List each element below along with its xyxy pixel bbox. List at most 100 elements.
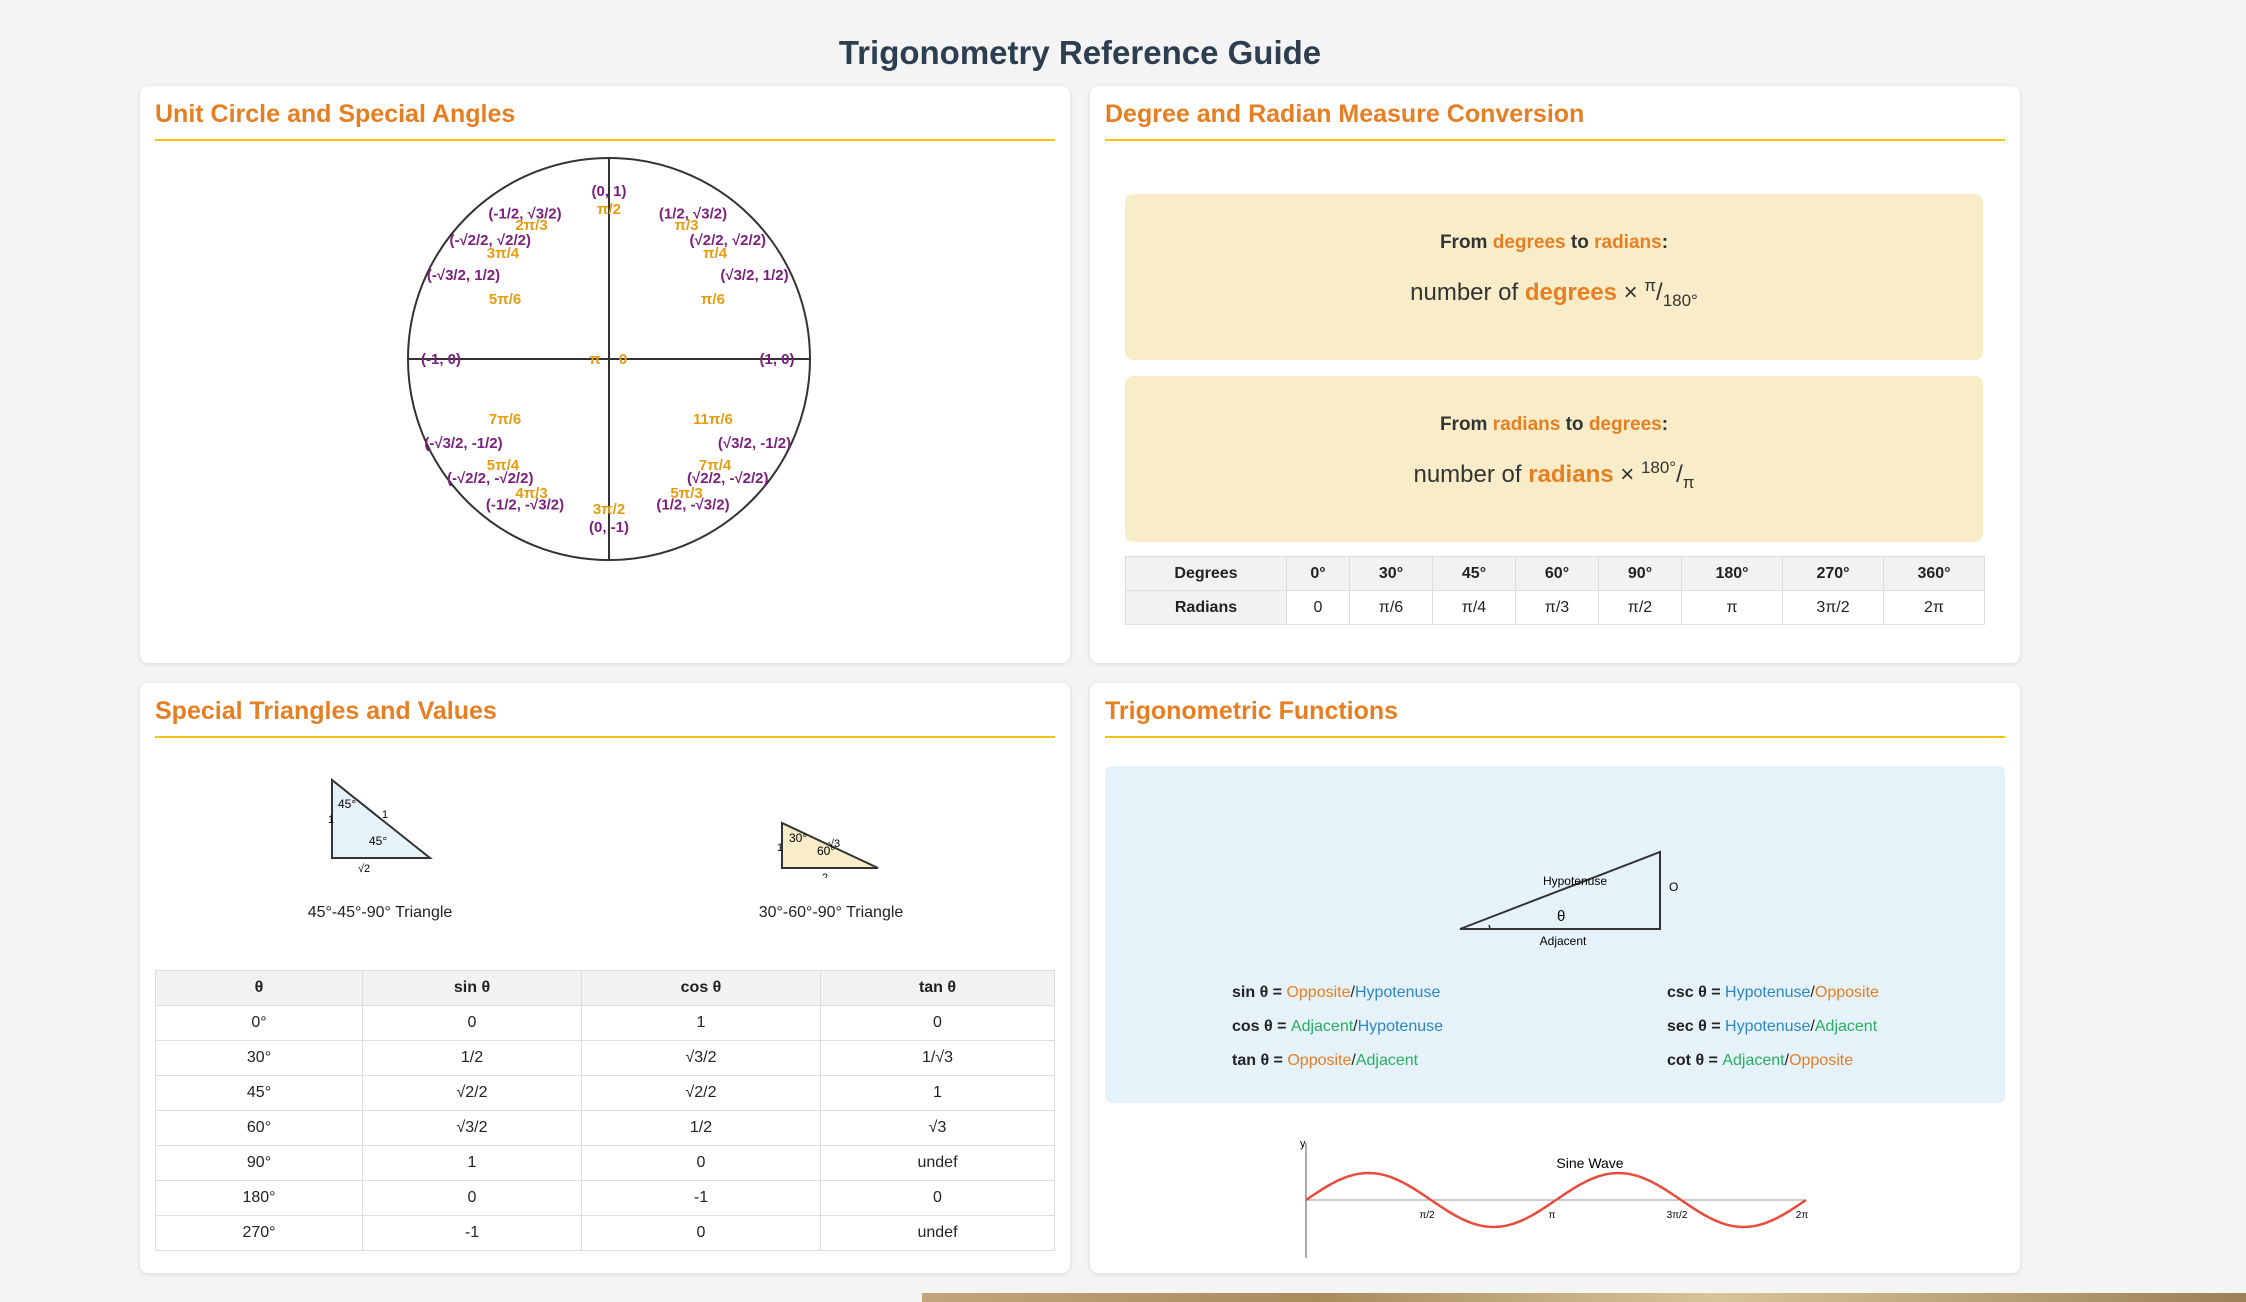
angle-label: π/3 <box>675 217 699 234</box>
cell-theta: 180° <box>155 1180 363 1216</box>
header-tan: tan θ <box>820 970 1055 1006</box>
coord-label: (√2/2, √2/2) <box>690 232 767 249</box>
table-row: 180° 0 -1 0 <box>155 1180 1055 1216</box>
cell-tan: undef <box>820 1145 1055 1181</box>
trig-table-header: θ sin θ cos θ tan θ <box>155 970 1055 1006</box>
coord-label: (0, 1) <box>591 183 626 200</box>
cell-sin: √2/2 <box>362 1075 582 1111</box>
trig-values-table: θ sin θ cos θ tan θ 0° 0 1 0 30° 1/2 √3/2 1/√3… <box>155 970 1055 1251</box>
angle-label: π <box>589 351 601 368</box>
tan-formula: tan θ = Opposite/Adjacent <box>1232 1052 1419 1069</box>
cell-sin: 1/2 <box>362 1040 582 1076</box>
deg-cell: 0° <box>1286 556 1350 591</box>
cell-cos: √3/2 <box>581 1040 821 1076</box>
csc-formula: csc θ = Hypotenuse/Opposite <box>1667 984 1879 1001</box>
coord-label: (√3/2, -1/2) <box>718 435 791 452</box>
sine-tick-label: π <box>1549 1210 1556 1221</box>
deg-cell: 90° <box>1598 556 1682 591</box>
rad-cell: 3π/2 <box>1782 590 1884 625</box>
cell-cos: 1/2 <box>581 1110 821 1146</box>
deg-to-rad-label: From degrees to radians: <box>1439 232 1669 253</box>
rad-cell: π <box>1681 590 1783 625</box>
sin-formula: sin θ = Opposite/Hypotenuse <box>1232 984 1441 1001</box>
deg-to-rad-box: From degrees to radians: number of degre… <box>1125 194 1983 360</box>
cell-theta: 60° <box>155 1110 363 1146</box>
deg-cell: 30° <box>1349 556 1433 591</box>
sine-tick-label: 2π <box>1796 1210 1809 1221</box>
cell-theta: 0° <box>155 1005 363 1041</box>
coord-label: (√3/2, 1/2) <box>720 267 788 284</box>
deg-cell: 270° <box>1782 556 1884 591</box>
angle-label: π/6 <box>701 291 725 308</box>
cot-formula: cot θ = Adjacent/Opposite <box>1667 1052 1854 1069</box>
tri2-side-bottom: 2 <box>822 872 828 878</box>
special-triangles-heading: Special Triangles and Values <box>155 697 1055 738</box>
conversion-table: Degrees 0° 30° 45° 60° 90° 180° 270° 360… <box>1125 556 1985 625</box>
tri2-side-left: 1 <box>777 842 783 854</box>
coord-label: (0, -1) <box>589 519 629 536</box>
tri1-angle1: 45° <box>338 797 356 811</box>
table-row: 30° 1/2 √3/2 1/√3 <box>155 1040 1055 1076</box>
rad-to-deg-label: From radians to degrees: <box>1439 414 1669 435</box>
cell-cos: 0 <box>581 1215 821 1251</box>
sec-formula: sec θ = Hypotenuse/Adjacent <box>1667 1018 1878 1035</box>
unit-circle-card: Unit Circle and Special Angles (1, 0) 0 (√… <box>140 86 1070 663</box>
angle-label: 5π/3 <box>670 485 702 502</box>
cos-formula: cos θ = Adjacent/Hypotenuse <box>1232 1018 1444 1035</box>
angle-label: 0 <box>619 351 627 368</box>
tri2-caption: 30°-60°-90° Triangle <box>758 904 904 921</box>
cell-theta: 45° <box>155 1075 363 1111</box>
coord-label: (-√3/2, 1/2) <box>427 267 500 284</box>
cell-cos: √2/2 <box>581 1075 821 1111</box>
coord-label: (-1, 0) <box>421 351 461 368</box>
rad-cell: 0 <box>1286 590 1350 625</box>
rad-cell: π/4 <box>1432 590 1516 625</box>
cell-tan: 1 <box>820 1075 1055 1111</box>
tri2-side-hyp: √3 <box>828 838 840 850</box>
conversion-card: Degree and Radian Measure Conversion Fro… <box>1090 86 2020 663</box>
functions-box: Hypotenuse O Adjacent θ sin θ = Opposite… <box>1105 766 2005 1103</box>
cell-cos: 0 <box>581 1145 821 1181</box>
tri1-angle2: 45° <box>369 834 387 848</box>
tri1-side-hyp: 1 <box>382 809 388 821</box>
angle-label: 5π/6 <box>489 291 521 308</box>
cell-theta: 90° <box>155 1145 363 1181</box>
cell-sin: 1 <box>362 1145 582 1181</box>
cell-cos: 1 <box>581 1005 821 1041</box>
deg-cell: 360° <box>1883 556 1985 591</box>
opposite-label: O <box>1669 880 1678 894</box>
rad-cell: π/6 <box>1349 590 1433 625</box>
cell-tan: √3 <box>820 1110 1055 1146</box>
table-row: 45° √2/2 √2/2 1 <box>155 1075 1055 1111</box>
cell-theta: 270° <box>155 1215 363 1251</box>
angle-label: π/4 <box>703 245 728 262</box>
angle-label: 7π/6 <box>489 411 521 428</box>
degrees-row-label: Degrees <box>1125 556 1287 591</box>
cell-tan: 1/√3 <box>820 1040 1055 1076</box>
cell-cos: -1 <box>581 1180 821 1216</box>
hypotenuse-label: Hypotenuse <box>1543 874 1607 888</box>
triangle-30-60-90: 30° 60° 1 √3 2 <box>777 821 879 878</box>
conversion-heading: Degree and Radian Measure Conversion <box>1105 100 2005 141</box>
coord-label: (-√3/2, -1/2) <box>424 435 502 452</box>
angle-label: 7π/4 <box>699 457 732 474</box>
radians-row: Radians 0 π/6 π/4 π/3 π/2 π 3π/2 2π <box>1125 590 1985 625</box>
tri1-caption: 45°-45°-90° Triangle <box>307 904 453 921</box>
angle-label: 3π/4 <box>487 245 520 262</box>
tri1-side-bottom: √2 <box>358 863 370 873</box>
bottom-decorative-strip <box>922 1293 2246 1302</box>
triangle-45-45-90: 45° 45° 1 1 √2 <box>328 777 433 873</box>
theta-arc <box>1488 924 1491 930</box>
trig-functions-heading: Trigonometric Functions <box>1105 697 2005 738</box>
radians-row-label: Radians <box>1125 590 1287 625</box>
unit-circle-diagram: (1, 0)0(√3/2, 1/2)π/6(√2/2, √2/2)π/4(1/2… <box>407 157 811 561</box>
angle-label: π/2 <box>597 201 621 218</box>
deg-cell: 60° <box>1515 556 1599 591</box>
adjacent-label: Adjacent <box>1540 934 1587 948</box>
sine-title: Sine Wave <box>1556 1155 1623 1171</box>
deg-cell: 180° <box>1681 556 1783 591</box>
unit-circle-heading: Unit Circle and Special Angles <box>155 100 1055 141</box>
angle-label: 4π/3 <box>515 485 547 502</box>
angle-label: 2π/3 <box>515 217 547 234</box>
header-theta: θ <box>155 970 363 1006</box>
